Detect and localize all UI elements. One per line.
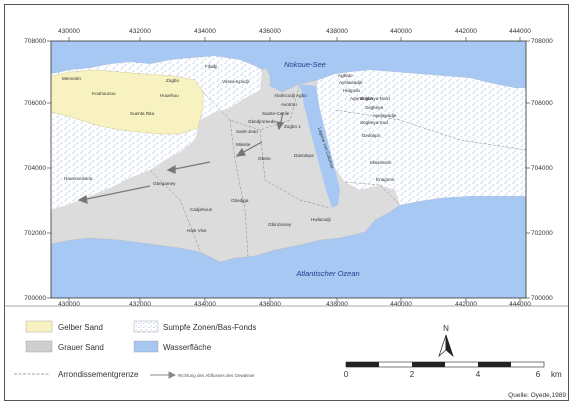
- y-tick-label-right: 704000: [531, 165, 553, 172]
- place-label: Gbeto: [258, 156, 271, 161]
- legend-flow-arrow-icon: [150, 371, 177, 379]
- scale-label-6: 6: [536, 370, 541, 379]
- map-panel: Menontin Zogbo Fifadji Vossa-Kpodji Kouhouno…: [50, 40, 527, 299]
- x-tick-label: 432000: [129, 301, 151, 308]
- x-tick-label: 444000: [509, 28, 531, 35]
- place-label: Abokicodji Agbo: [274, 93, 307, 98]
- place-label: Segbeya-Sud: [360, 120, 388, 125]
- place-label: Haie Vive: [187, 228, 207, 233]
- place-label: Avotrou: [281, 102, 297, 107]
- place-label: Hlagodu: [343, 88, 361, 93]
- y-tick-label-right: 708000: [531, 38, 553, 45]
- scale-label-4: 4: [476, 370, 481, 379]
- legend: Gelber Sand Grauer Sand Sumpfe Zonen/Bas…: [4, 305, 569, 379]
- x-tick-label: 438000: [326, 28, 348, 35]
- place-label: Dantokpa: [294, 153, 314, 158]
- scale-unit: km: [551, 370, 562, 379]
- legend-yellow-sand-swatch: [25, 320, 53, 333]
- legend-yellow-sand-label: Gelber Sand: [58, 323, 103, 332]
- x-tick-label: 434000: [194, 28, 216, 35]
- legend-grey-sand-label: Grauer Sand: [58, 343, 104, 352]
- source-note: Quelle: Oyede,1989: [508, 392, 566, 399]
- place-label: Gbegamey: [153, 181, 176, 186]
- x-tick-label: 442000: [455, 28, 477, 35]
- y-tick-label-left: 708000: [24, 38, 46, 45]
- y-tick-label-right: 706000: [531, 100, 553, 107]
- legend-water-swatch: [133, 340, 159, 353]
- scale-label-2: 2: [410, 370, 415, 379]
- x-tick-label: 430000: [58, 301, 80, 308]
- x-tick-label: 440000: [390, 301, 412, 308]
- place-label: Zogbo: [166, 78, 179, 83]
- place-label: Gbedjga: [231, 198, 249, 203]
- x-tick-label: 436000: [259, 301, 281, 308]
- place-label: Cadjehoun: [190, 207, 213, 212]
- place-label: Menontin: [62, 76, 81, 81]
- place-label: Dedokpo: [362, 133, 381, 138]
- legend-grey-sand-swatch: [25, 340, 53, 353]
- legend-swamp-swatch: [133, 320, 159, 333]
- scale-label-0: 0: [344, 370, 349, 379]
- place-label: Sogbeya-Nord: [360, 96, 390, 101]
- y-tick-label-left: 704000: [24, 165, 46, 172]
- place-label: Ayelawadje: [339, 80, 363, 85]
- place-label: Segbeya: [365, 105, 384, 110]
- place-label: Agbato: [338, 73, 353, 78]
- x-tick-label: 438000: [326, 301, 348, 308]
- y-tick-label-right: 702000: [531, 230, 553, 237]
- legend-flow-label: Richtung des Abflusses des Gewässer: [178, 373, 255, 378]
- place-label: Zogbo 1: [284, 124, 301, 129]
- north-arrow-label: N: [443, 324, 449, 333]
- y-tick-label-right: 700000: [531, 295, 553, 302]
- y-tick-label-left: 706000: [24, 100, 46, 107]
- x-tick-label: 442000: [455, 301, 477, 308]
- place-label: Hwlacodji: [311, 217, 331, 222]
- x-tick-label: 436000: [259, 28, 281, 35]
- place-label: Fifadji: [205, 64, 217, 69]
- ocean-label: Atlantischer Ozean: [295, 269, 359, 278]
- place-label: Missessim: [370, 160, 392, 165]
- legend-water-label: Wasserfläche: [163, 343, 212, 352]
- place-label: Suenta Rita: [130, 111, 154, 116]
- y-tick-label-left: 702000: [24, 230, 46, 237]
- legend-boundary-label: Arrondissementgrenze: [58, 370, 139, 379]
- place-label: Saint-Jean: [236, 129, 258, 134]
- legend-swamp-label: Sumpfe Zonen/Bas-Fonds: [163, 323, 256, 332]
- place-label: Gbinzomey: [268, 222, 292, 227]
- y-tick-label-left: 700000: [24, 295, 46, 302]
- x-tick-label: 434000: [194, 301, 216, 308]
- place-label: Houenoussou: [64, 176, 93, 181]
- place-label: Ayelawadje: [373, 113, 397, 118]
- x-tick-label: 432000: [129, 28, 151, 35]
- scale-bar: 0 2 4 6 km: [344, 361, 562, 379]
- lake-label: Nokoue-See: [284, 60, 326, 69]
- place-label: Missite: [236, 142, 251, 147]
- place-label: Vossa-Kpodji: [222, 79, 249, 84]
- place-label: Kouhounou: [92, 91, 116, 96]
- place-label: Gbedjromede: [248, 119, 276, 124]
- x-tick-label: 444000: [509, 301, 531, 308]
- place-label: Sainte-Cecile: [262, 111, 290, 116]
- place-label: Enagnon: [376, 177, 395, 182]
- north-arrow-icon: N: [438, 324, 454, 358]
- x-tick-label: 440000: [390, 28, 412, 35]
- x-tick-label: 430000: [58, 28, 80, 35]
- place-label: Houehou: [160, 93, 179, 98]
